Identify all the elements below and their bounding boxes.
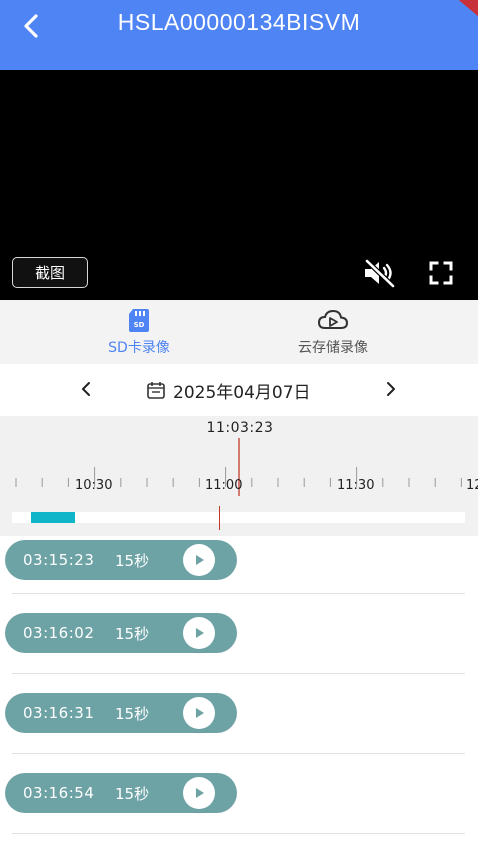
screenshot-button[interactable]: 截图 <box>12 257 88 288</box>
recording-duration: 15秒 <box>115 551 150 570</box>
calendar-icon <box>147 382 165 399</box>
fullscreen-button[interactable] <box>425 258 457 288</box>
recording-pill[interactable]: 03:15:23 15秒 <box>5 540 237 580</box>
timeline[interactable]: 11:03:23 10:30 11:00 11:30 12 <box>0 416 478 536</box>
tick-label: 11:00 <box>205 478 243 493</box>
date-label: 2025年04月07日 <box>173 382 311 403</box>
recording-duration: 15秒 <box>115 704 150 723</box>
recording-pill[interactable]: 03:16:31 15秒 <box>5 693 237 733</box>
recording-time: 03:16:54 <box>23 784 95 802</box>
chevron-left-icon <box>82 382 90 396</box>
divider <box>12 833 465 834</box>
recording-duration: 15秒 <box>115 624 150 643</box>
chevron-right-icon <box>387 382 395 396</box>
tab-cloud-label: 云存储录像 <box>298 340 368 356</box>
svg-text:SD: SD <box>134 321 145 329</box>
recording-time: 03:16:31 <box>23 704 95 722</box>
screen: HSLA00000134BISVM 截图 SD SD卡录像 云存储录像 2025… <box>0 0 478 850</box>
list-item[interactable]: 03:16:31 15秒 <box>0 673 478 753</box>
device-title: HSLA00000134BISVM <box>117 9 361 35</box>
recording-pill[interactable]: 03:16:02 15秒 <box>5 613 237 653</box>
tick-label: 12 <box>466 478 478 493</box>
current-time-label: 11:03:23 <box>206 420 274 436</box>
next-day-button[interactable] <box>379 376 403 402</box>
play-button[interactable] <box>183 617 215 649</box>
recording-duration: 15秒 <box>115 784 150 803</box>
list-item[interactable]: 03:15:23 15秒 <box>0 520 478 600</box>
tick-label: 11:30 <box>337 478 375 493</box>
recording-list: 03:15:23 15秒 03:16:02 15秒 03:16:31 15秒 0… <box>0 536 478 850</box>
date-picker[interactable]: 2025年04月07日 <box>146 376 311 404</box>
date-selector: 2025年04月07日 <box>0 364 478 416</box>
speaker-muted-icon <box>365 259 395 288</box>
fullscreen-icon <box>429 261 453 285</box>
play-button[interactable] <box>183 697 215 729</box>
play-button[interactable] <box>183 544 215 576</box>
list-item[interactable]: 03:16:54 15秒 <box>0 753 478 833</box>
tab-cloud-storage[interactable]: 云存储录像 <box>253 306 413 362</box>
recording-time: 03:15:23 <box>23 551 95 569</box>
tab-sd-label: SD卡录像 <box>108 340 170 356</box>
play-icon <box>196 555 204 565</box>
play-button[interactable] <box>183 777 215 809</box>
play-icon <box>196 788 204 798</box>
previous-day-button[interactable] <box>74 376 98 402</box>
record-source-tabs: SD SD卡录像 云存储录像 <box>0 300 478 364</box>
mute-button[interactable] <box>361 258 397 288</box>
top-bar: HSLA00000134BISVM <box>0 0 478 70</box>
sd-card-icon: SD <box>129 309 149 332</box>
time-ruler[interactable]: 10:30 11:00 11:30 12 <box>0 438 478 508</box>
cloud-play-icon <box>317 309 349 329</box>
recording-pill[interactable]: 03:16:54 15秒 <box>5 773 237 813</box>
recording-time: 03:16:02 <box>23 624 95 642</box>
list-item[interactable]: 03:16:02 15秒 <box>0 593 478 673</box>
video-player[interactable]: 截图 <box>0 70 478 300</box>
play-icon <box>196 708 204 718</box>
tab-sd-card[interactable]: SD SD卡录像 <box>59 306 219 362</box>
play-icon <box>196 628 204 638</box>
tick-label: 10:30 <box>75 478 113 493</box>
